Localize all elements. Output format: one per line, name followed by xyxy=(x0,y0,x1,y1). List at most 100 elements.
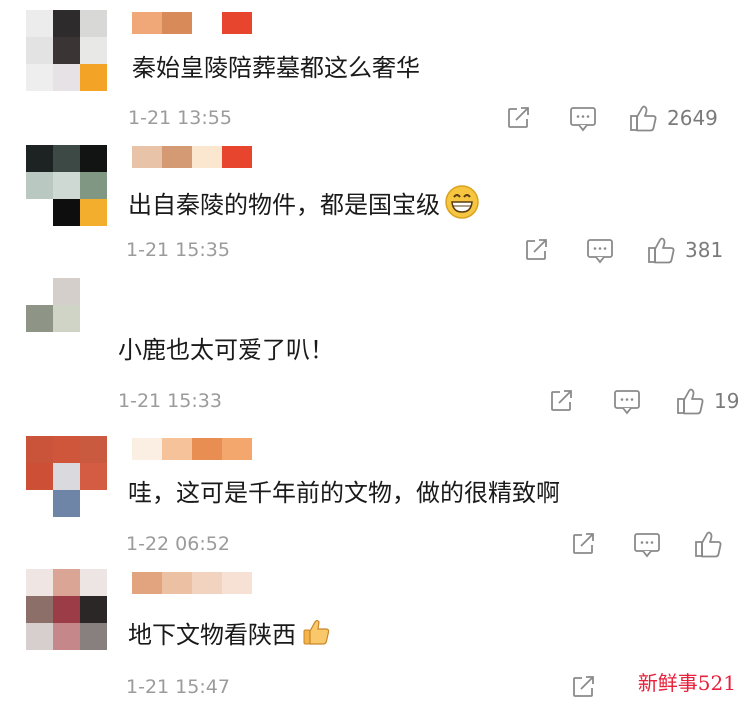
username-pixel xyxy=(132,146,162,168)
avatar-pixel xyxy=(26,199,53,226)
avatar-pixel xyxy=(26,278,53,305)
share-icon xyxy=(571,675,597,699)
username-pixel xyxy=(192,146,222,168)
like-button[interactable] xyxy=(694,530,724,558)
avatar-pixel xyxy=(26,10,53,37)
thumbs-up-icon xyxy=(647,236,677,264)
avatar-pixel xyxy=(80,278,107,305)
avatar-pixel xyxy=(53,37,80,64)
avatar[interactable] xyxy=(26,436,107,517)
comment-text: 地下文物看陕西 xyxy=(128,616,332,656)
comment-time: 1-21 15:47 xyxy=(126,676,230,698)
avatar[interactable] xyxy=(26,278,107,359)
comment-text: 出自秦陵的物件，都是国宝级 xyxy=(128,184,480,228)
username[interactable] xyxy=(132,146,252,168)
avatar-pixel xyxy=(53,332,80,359)
share-button[interactable] xyxy=(571,675,597,699)
avatar[interactable] xyxy=(26,569,107,650)
comment-text-body: 出自秦陵的物件，都是国宝级 xyxy=(128,191,440,219)
like-count: 19 xyxy=(714,389,740,413)
avatar-pixel xyxy=(53,623,80,650)
avatar-pixel xyxy=(53,10,80,37)
username-pixel xyxy=(222,12,252,34)
share-button[interactable] xyxy=(506,106,532,130)
avatar-pixel xyxy=(53,305,80,332)
avatar-pixel xyxy=(80,145,107,172)
username-pixel xyxy=(132,438,162,460)
reply-icon xyxy=(633,532,661,558)
avatar-pixel xyxy=(53,569,80,596)
comment-time: 1-21 15:33 xyxy=(118,390,222,412)
avatar-pixel xyxy=(26,37,53,64)
reply-button[interactable] xyxy=(613,389,641,415)
username-pixel xyxy=(192,438,222,460)
like-button[interactable]: 19 xyxy=(676,387,739,415)
username-pixel xyxy=(162,572,192,594)
reply-button[interactable] xyxy=(569,106,597,132)
avatar-pixel xyxy=(53,145,80,172)
avatar-pixel xyxy=(53,172,80,199)
watermark: 新鲜事521 xyxy=(637,671,736,695)
username-pixel xyxy=(192,572,222,594)
avatar-pixel xyxy=(26,596,53,623)
grin-emoji xyxy=(444,184,480,228)
avatar-pixel xyxy=(26,332,53,359)
username-pixel xyxy=(162,438,192,460)
reply-button[interactable] xyxy=(586,238,614,264)
like-button[interactable]: 381 xyxy=(647,236,723,264)
thumbs-up-icon xyxy=(676,387,706,415)
username-pixel xyxy=(132,572,162,594)
avatar-pixel xyxy=(80,569,107,596)
avatar-pixel xyxy=(80,199,107,226)
share-button[interactable] xyxy=(524,238,550,262)
reply-icon xyxy=(586,238,614,264)
avatar-pixel xyxy=(80,64,107,91)
avatar-pixel xyxy=(80,436,107,463)
share-button[interactable] xyxy=(571,532,597,556)
thumbs-up-icon xyxy=(629,104,659,132)
avatar[interactable] xyxy=(26,145,107,226)
avatar-pixel xyxy=(80,463,107,490)
username[interactable] xyxy=(132,438,252,460)
comment-time: 1-21 15:35 xyxy=(126,239,230,261)
comment-time: 1-21 13:55 xyxy=(128,107,232,129)
reply-icon xyxy=(613,389,641,415)
share-icon xyxy=(524,238,550,262)
avatar-pixel xyxy=(80,37,107,64)
comment-text: 哇，这可是千年前的文物，做的很精致啊 xyxy=(128,479,560,507)
username[interactable] xyxy=(132,572,252,594)
avatar-pixel xyxy=(53,490,80,517)
avatar-pixel xyxy=(26,305,53,332)
like-button[interactable]: 2649 xyxy=(629,104,718,132)
username-pixel xyxy=(162,146,192,168)
like-count: 381 xyxy=(685,238,724,262)
comment-text: 小鹿也太可爱了叭！ xyxy=(118,336,334,364)
thumbs-up-emoji xyxy=(300,616,332,656)
avatar-pixel xyxy=(53,278,80,305)
share-icon xyxy=(506,106,532,130)
username-pixel xyxy=(192,12,222,34)
share-button[interactable] xyxy=(549,389,575,413)
avatar-pixel xyxy=(80,332,107,359)
avatar-pixel xyxy=(26,436,53,463)
like-count: 2649 xyxy=(667,106,718,130)
avatar-pixel xyxy=(80,490,107,517)
avatar-pixel xyxy=(80,172,107,199)
avatar-pixel xyxy=(26,172,53,199)
comment-text-body: 地下文物看陕西 xyxy=(128,621,296,649)
avatar-pixel xyxy=(26,623,53,650)
username[interactable] xyxy=(132,12,252,34)
share-icon xyxy=(571,532,597,556)
avatar-pixel xyxy=(26,64,53,91)
avatar[interactable] xyxy=(26,10,107,91)
avatar-pixel xyxy=(26,569,53,596)
avatar-pixel xyxy=(53,463,80,490)
avatar-pixel xyxy=(80,623,107,650)
avatar-pixel xyxy=(80,10,107,37)
avatar-pixel xyxy=(53,596,80,623)
username-pixel xyxy=(162,12,192,34)
username-pixel xyxy=(222,438,252,460)
reply-button[interactable] xyxy=(633,532,661,558)
thumbs-up-icon xyxy=(694,530,724,558)
avatar-pixel xyxy=(80,305,107,332)
